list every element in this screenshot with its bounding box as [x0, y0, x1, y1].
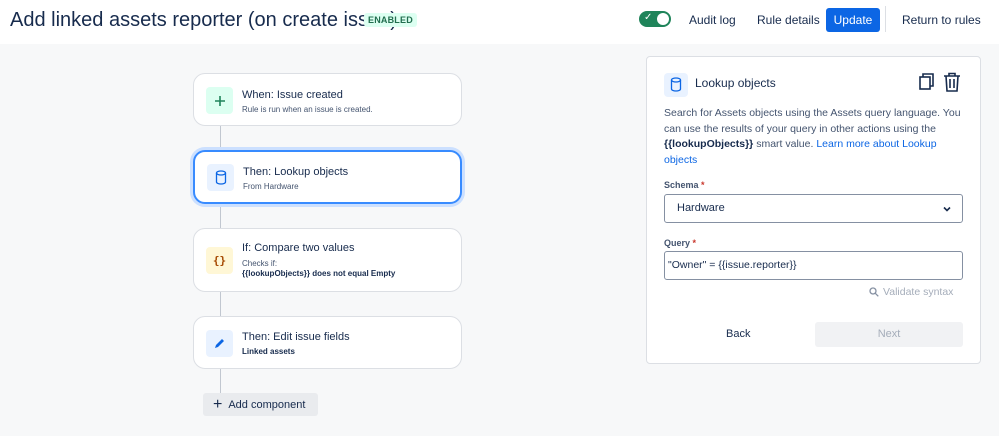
add-component-label: Add component — [228, 398, 306, 411]
divider — [885, 6, 886, 32]
update-button[interactable]: Update — [826, 8, 880, 32]
flow-connector — [220, 204, 221, 228]
back-button[interactable]: Back — [726, 328, 750, 340]
flow-connector — [220, 369, 221, 395]
schema-select[interactable]: Hardware — [664, 194, 963, 223]
trash-icon[interactable] — [943, 72, 961, 92]
step-title: Then: Edit issue fields — [242, 331, 350, 343]
validate-syntax-label: Validate syntax — [883, 286, 954, 298]
audit-log-button[interactable]: Audit log — [689, 8, 736, 32]
validate-syntax-button[interactable]: Validate syntax — [869, 286, 953, 298]
query-label-text: Query — [664, 238, 691, 248]
rule-enabled-toggle[interactable]: ✓ — [639, 11, 671, 27]
database-icon — [664, 73, 688, 97]
query-label: Query * — [664, 238, 696, 248]
step-subtitle: Checks if: — [242, 259, 278, 268]
description-text: Search for Assets objects using the Asse… — [664, 107, 961, 135]
required-marker: * — [701, 180, 705, 190]
add-component-button[interactable]: + Add component — [203, 393, 318, 416]
plus-icon: + — [213, 395, 223, 413]
braces-icon: {} — [206, 247, 233, 274]
description-text: smart value. — [756, 138, 814, 150]
search-icon — [869, 287, 879, 297]
top-bar: Add linked assets reporter (on create is… — [0, 0, 999, 44]
page-title: Add linked assets reporter (on create is… — [10, 9, 397, 31]
pencil-icon — [206, 330, 233, 357]
chevron-down-icon — [942, 204, 952, 214]
schema-value: Hardware — [677, 202, 725, 214]
flow-step-trigger[interactable]: When: Issue created Rule is run when an … — [193, 73, 462, 126]
flow-connector — [220, 292, 221, 316]
flow-step-edit-issue[interactable]: Then: Edit issue fields Linked assets — [193, 316, 462, 369]
plus-icon — [206, 87, 233, 114]
copy-icon[interactable] — [919, 73, 935, 91]
database-icon — [207, 164, 234, 191]
step-subtitle: Rule is run when an issue is created. — [242, 105, 373, 114]
flow-step-condition[interactable]: {} If: Compare two values Checks if: {{l… — [193, 228, 462, 292]
schema-label-text: Schema — [664, 180, 699, 190]
smart-value: {{lookupObjects}} — [664, 138, 754, 150]
toggle-knob — [657, 13, 669, 25]
flow-connector — [220, 126, 221, 150]
next-button[interactable]: Next — [815, 322, 963, 347]
check-icon: ✓ — [644, 12, 653, 23]
step-subtitle: From Hardware — [243, 182, 299, 191]
rule-details-button[interactable]: Rule details — [757, 8, 820, 32]
panel-title: Lookup objects — [695, 76, 776, 90]
panel-description: Search for Assets objects using the Asse… — [664, 106, 964, 168]
query-input[interactable]: "Owner" = {{issue.reporter}} — [664, 251, 963, 280]
step-title: If: Compare two values — [242, 242, 355, 254]
required-marker: * — [692, 238, 697, 248]
step-title: When: Issue created — [242, 89, 343, 101]
step-subtitle: Linked assets — [242, 347, 295, 356]
status-badge: ENABLED — [364, 13, 417, 27]
step-detail: {{lookupObjects}} does not equal Empty — [242, 269, 396, 278]
return-to-rules-button[interactable]: Return to rules — [902, 8, 981, 32]
schema-label: Schema * — [664, 180, 705, 190]
step-title: Then: Lookup objects — [243, 166, 349, 178]
flow-step-lookup-objects[interactable]: Then: Lookup objects From Hardware — [193, 150, 462, 204]
component-config-panel: Lookup objects Search for Assets objects… — [646, 56, 981, 364]
